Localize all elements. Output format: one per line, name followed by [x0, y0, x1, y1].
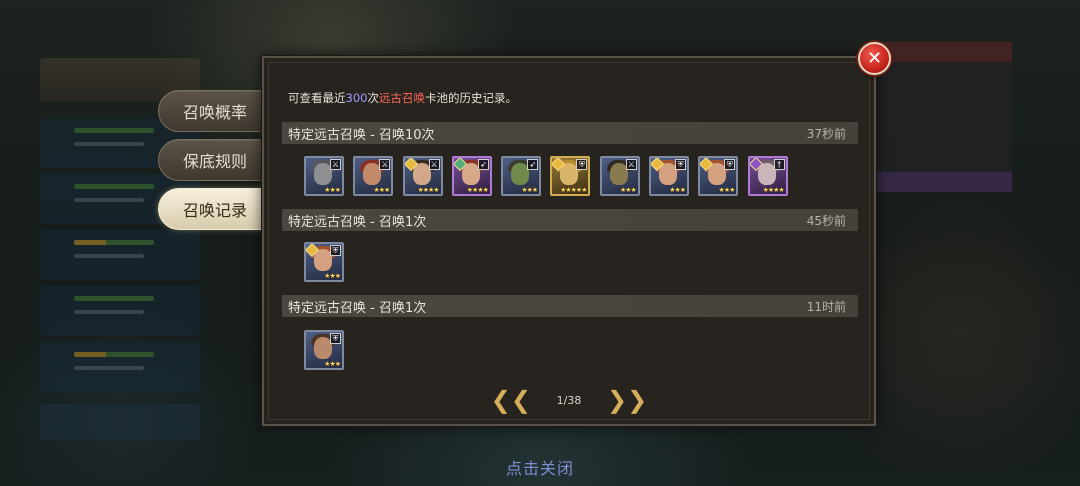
shield-class-icon: ⛨ — [330, 245, 341, 256]
star-rating: ★★★★★ — [560, 186, 587, 194]
close-icon[interactable]: ✕ — [858, 42, 891, 75]
hero-portrait-red-hood-archer[interactable]: ⚔ ★★★ — [353, 156, 394, 196]
star-rating: ★★★★ — [466, 186, 489, 194]
hero-portrait-elf-ranger[interactable]: ➶ ★★★★ — [451, 156, 492, 196]
hero-portrait-red-haired-warrior-2[interactable]: ⛨ ★★★ — [698, 156, 739, 196]
pool-name: 远古召唤 — [378, 91, 425, 105]
tab-summon-history[interactable]: 召唤记录 — [158, 188, 266, 230]
hero-portrait-hooded-assassin[interactable]: ⚔ ★★★ — [599, 156, 640, 196]
hero-portrait-vampire-lord[interactable]: † ★★★★ — [747, 156, 788, 196]
hero-portrait-red-haired-warrior[interactable]: ⛨ ★★★ — [649, 156, 690, 196]
double-chevron-left-icon[interactable]: ❮❮ — [491, 388, 531, 412]
hero-portrait-red-haired-warrior[interactable]: ⛨ ★★★ — [304, 242, 344, 282]
hero-portrait-golden-paladin[interactable]: ⛨ ★★★★★ — [550, 156, 591, 196]
sword-class-icon: ⚔ — [330, 159, 341, 170]
sword-class-icon: ⚔ — [428, 159, 440, 170]
shield-class-icon: ⛨ — [576, 159, 588, 170]
sword-class-icon: ⚔ — [625, 159, 637, 170]
staff-class-icon: † — [773, 159, 785, 170]
shield-class-icon: ⛨ — [724, 159, 736, 170]
bow-class-icon: ➶ — [477, 159, 489, 170]
record-title: 特定远古召唤 - 召唤1次 — [288, 300, 427, 316]
star-rating: ★★★ — [324, 186, 341, 194]
star-rating: ★★★★ — [417, 186, 439, 194]
record-header: 特定远古召唤 - 召唤10次 37秒前 — [282, 122, 858, 144]
star-rating: ★★★★ — [762, 186, 785, 194]
record-header: 特定远古召唤 - 召唤1次 45秒前 — [282, 209, 858, 231]
shield-class-icon: ⛨ — [675, 159, 687, 170]
record-count: 300 — [345, 91, 368, 105]
record-header: 特定远古召唤 - 召唤1次 11时前 — [282, 295, 858, 317]
hero-list: ⚔ ★★★ ⚔ ★★★ ⚔ ★★★★ ➶ ★★★★ ➶ ★★★ ⛨ ★★★★★ ⚔ ★★★ ⛨ ★★★ ⛨ ★★★… — [304, 156, 788, 198]
record-time: 45秒前 — [806, 213, 846, 228]
star-rating: ★★★ — [324, 272, 341, 280]
tab-summon-rates[interactable]: 召唤概率 — [158, 90, 266, 132]
hero-list: ⛨ ★★★ — [304, 330, 344, 372]
tap-to-close-hint[interactable]: 点击关闭 — [0, 455, 1080, 479]
star-rating: ★★★ — [718, 186, 736, 194]
hero-portrait-bearded-fighter[interactable]: ⛨ ★★★ — [304, 330, 344, 370]
shield-class-icon: ⛨ — [330, 333, 341, 344]
hero-portrait-dark-mage[interactable]: ⚔ ★★★★ — [402, 156, 443, 196]
sword-class-icon: ⚔ — [379, 159, 391, 170]
star-rating: ★★★ — [619, 186, 637, 194]
record-title: 特定远古召唤 - 召唤10次 — [288, 127, 435, 143]
hero-list: ⛨ ★★★ — [304, 242, 344, 284]
double-chevron-right-icon[interactable]: ❯❯ — [607, 388, 647, 412]
intro-text: 可查看最近300次远古召唤卡池的历史记录。 — [288, 91, 517, 105]
record-time: 11时前 — [806, 299, 846, 314]
hero-portrait-goblin-rogue[interactable]: ➶ ★★★ — [501, 156, 542, 196]
star-rating: ★★★ — [324, 360, 341, 368]
side-tabs: 召唤概率 保底规则 召唤记录 — [158, 90, 266, 237]
pagination: ❮❮ 1/38 ❯❯ — [264, 388, 874, 412]
tab-pity-rules[interactable]: 保底规则 — [158, 139, 266, 181]
page-indicator: 1/38 — [556, 393, 582, 407]
record-title: 特定远古召唤 - 召唤1次 — [288, 214, 427, 230]
record-time: 37秒前 — [806, 126, 846, 141]
hero-portrait-armored-knight[interactable]: ⚔ ★★★ — [304, 156, 344, 196]
bow-class-icon: ➶ — [527, 159, 539, 170]
summon-history-panel: 可查看最近300次远古召唤卡池的历史记录。 特定远古召唤 - 召唤10次 37秒… — [262, 56, 876, 426]
star-rating: ★★★ — [373, 186, 390, 194]
star-rating: ★★★ — [521, 186, 538, 194]
star-rating: ★★★ — [669, 186, 686, 194]
